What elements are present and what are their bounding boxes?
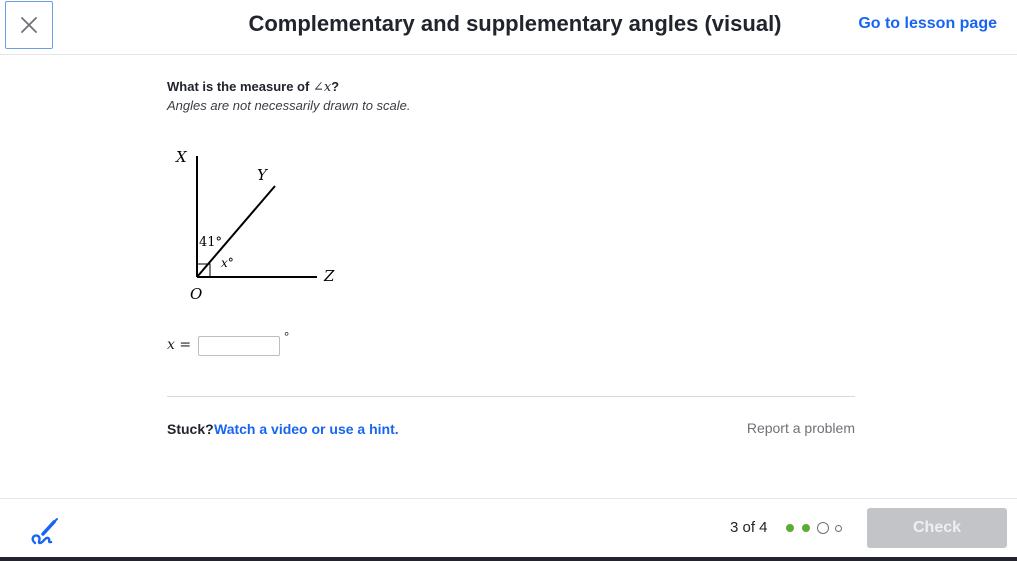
label-angle-41: 41° <box>199 235 222 250</box>
progress-dot-1 <box>786 524 794 532</box>
label-angle-x: x° <box>221 256 234 270</box>
ray-oy <box>196 185 276 278</box>
degree-unit: ° <box>284 329 290 344</box>
answer-input[interactable] <box>198 336 280 356</box>
progress-dot-3 <box>817 522 829 534</box>
question-suffix: ? <box>331 79 340 94</box>
angle-diagram: X Y Z O 41° x° <box>175 148 335 303</box>
pencil-scribble-icon <box>31 518 58 545</box>
scale-note: Angles are not necessarily drawn to scal… <box>167 98 411 113</box>
go-to-lesson-link[interactable]: Go to lesson page <box>858 15 997 33</box>
label-point-x: X <box>175 148 188 166</box>
stuck-label: Stuck? <box>167 421 214 437</box>
label-point-o: O <box>190 285 202 303</box>
question-prefix: What is the measure of <box>167 79 313 94</box>
top-bar: Complementary and supplementary angles (… <box>0 0 1017 55</box>
footer-bar: 3 of 4 Check <box>0 498 1017 557</box>
page-title: Complementary and supplementary angles (… <box>248 11 782 36</box>
question-text: What is the measure of ∠x? <box>167 79 339 95</box>
report-problem-link[interactable]: Report a problem <box>747 420 855 436</box>
label-point-z: Z <box>323 267 335 285</box>
progress-dot-4 <box>835 525 842 532</box>
question-math: ∠x <box>312 80 332 95</box>
check-button[interactable]: Check <box>867 508 1007 548</box>
progress-text: 3 of 4 <box>730 519 768 536</box>
close-icon <box>21 17 37 33</box>
answer-label: x = <box>167 337 192 353</box>
close-button[interactable] <box>5 1 53 49</box>
scratchpad-button[interactable] <box>26 512 62 548</box>
hint-link[interactable]: Watch a video or use a hint. <box>214 421 399 437</box>
progress-dot-2 <box>802 524 810 532</box>
label-point-y: Y <box>257 166 269 184</box>
divider <box>167 396 855 397</box>
window-bottom-edge <box>0 557 1017 561</box>
